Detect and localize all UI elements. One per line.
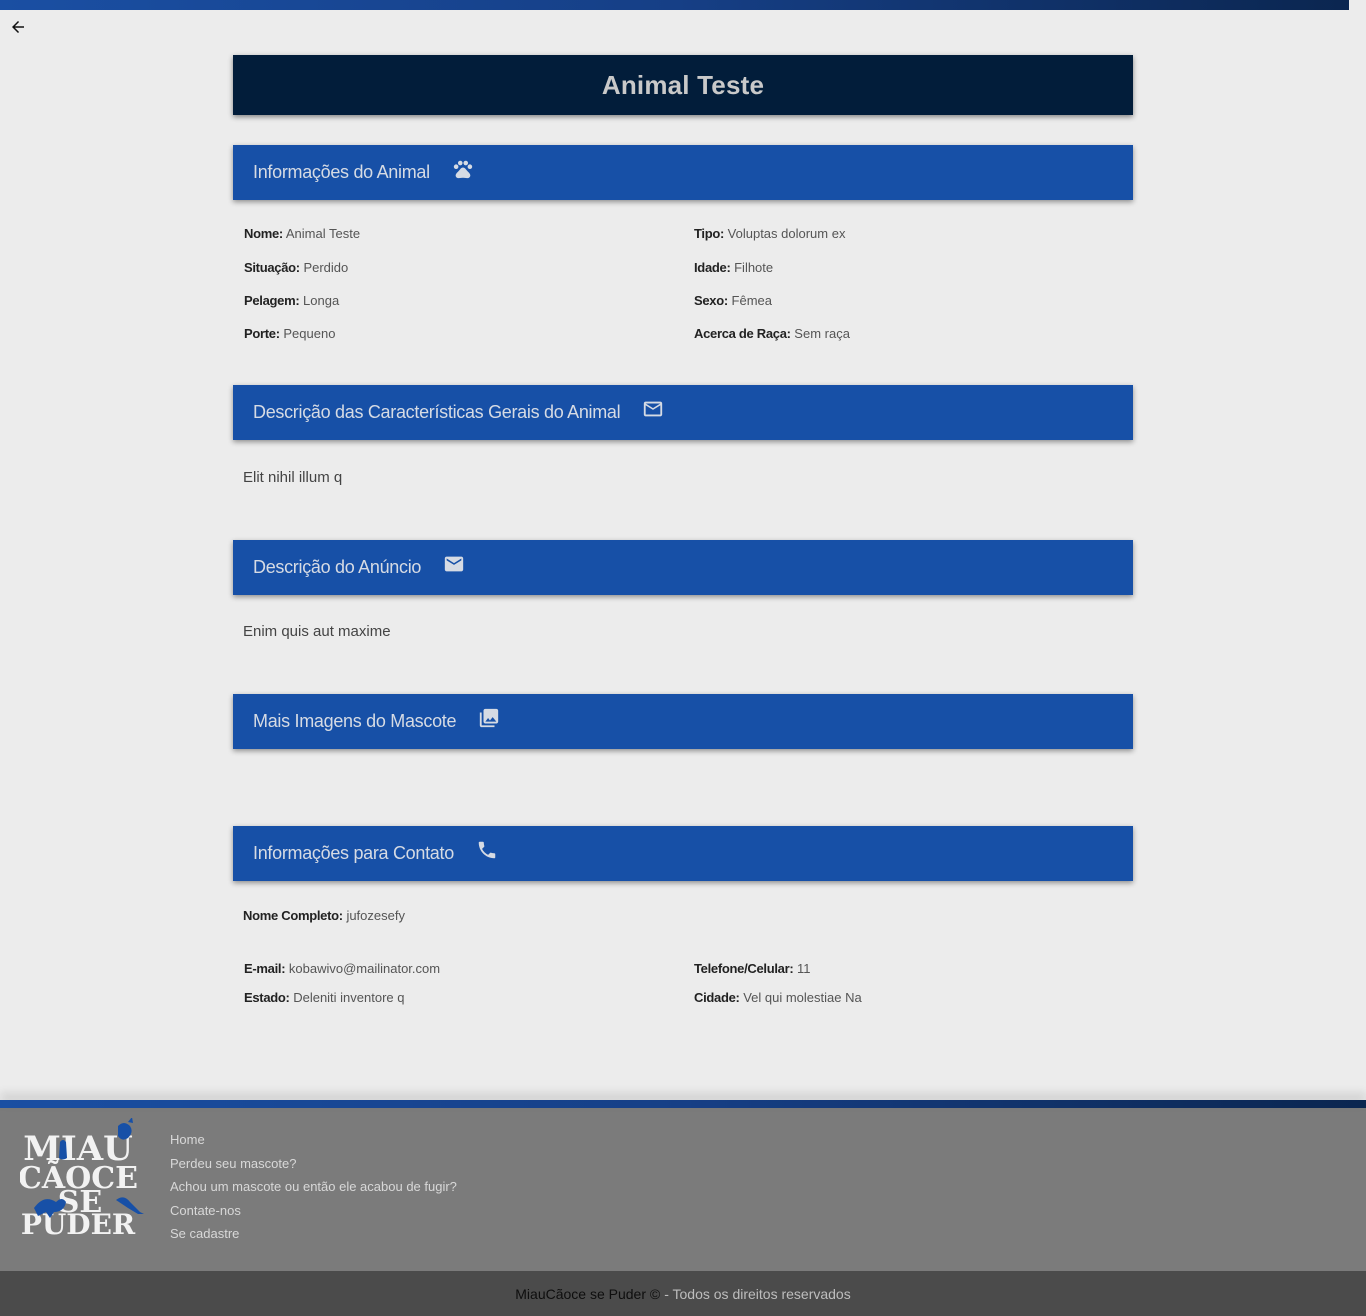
copyright-bar: MiauCãoce se Puder © - Todos os direitos… [0, 1271, 1366, 1316]
top-gradient-bar [0, 0, 1349, 10]
back-button[interactable] [7, 16, 29, 38]
section-header-animal-info: Informações do Animal [233, 145, 1133, 200]
field-label: Sexo: [694, 293, 728, 308]
section-title: Informações para Contato [253, 843, 454, 863]
field-name: Nome: Animal Teste [244, 226, 360, 241]
photo-library-icon [478, 707, 500, 729]
field-value: jufozesefy [346, 908, 405, 923]
field-full-name: Nome Completo: jufozesefy [243, 908, 405, 923]
footer-nav: Home Perdeu seu mascote? Achou um mascot… [170, 1132, 457, 1250]
field-breed: Acerca de Raça: Sem raça [694, 326, 850, 341]
field-label: Nome Completo: [243, 908, 343, 923]
field-situation: Situação: Perdido [244, 260, 348, 275]
mail-filled-icon [443, 553, 465, 575]
field-label: Telefone/Celular: [694, 961, 794, 976]
section-title: Descrição do Anúncio [253, 557, 422, 577]
ad-text: Enim quis aut maxime [243, 623, 391, 640]
field-sex: Sexo: Fêmea [694, 293, 772, 308]
field-value: Longa [303, 293, 340, 308]
characteristics-text: Elit nihil illum q [243, 469, 343, 486]
section-title: Mais Imagens do Mascote [253, 711, 457, 731]
field-value: Vel qui molestiae Na [743, 990, 862, 1005]
section-header-contact: Informações para Contato [233, 826, 1133, 881]
field-coat: Pelagem: Longa [244, 293, 339, 308]
copyright-text: - Todos os direitos reservados [664, 1285, 851, 1302]
footer-link-register[interactable]: Se cadastre [170, 1226, 457, 1250]
field-label: Acerca de Raça: [694, 326, 791, 341]
section-header-ad: Descrição do Anúncio [233, 540, 1133, 595]
field-value: Animal Teste [285, 226, 361, 241]
field-value: Sem raça [794, 326, 850, 341]
arrow-left-icon [12, 21, 24, 33]
footer-link-contact[interactable]: Contate-nos [170, 1203, 457, 1227]
field-value: Perdido [303, 260, 349, 275]
footer-link-found-pet[interactable]: Achou um mascote ou então ele acabou de … [170, 1179, 457, 1203]
mail-outline-icon [642, 398, 664, 420]
phone-icon [476, 839, 498, 861]
footer-link-lost-pet[interactable]: Perdeu seu mascote? [170, 1156, 457, 1180]
field-email: E-mail: kobawivo@mailinator.com [244, 961, 440, 976]
field-label: E-mail: [244, 961, 286, 976]
field-value: 11 [797, 961, 811, 976]
field-type: Tipo: Voluptas dolorum ex [694, 226, 845, 241]
field-label: Estado: [244, 990, 290, 1005]
field-value: Fêmea [731, 293, 772, 308]
page-title: Animal Teste [601, 69, 765, 100]
cat-silhouette-mid [59, 1140, 67, 1160]
field-label: Cidade: [694, 990, 740, 1005]
field-value: Deleniti inventore q [293, 990, 405, 1005]
page-title-bar: Animal Teste [233, 55, 1133, 115]
footer: MIAU CÃOCE SE PUDER Home Perdeu seu masc… [0, 1100, 1366, 1316]
field-label: Pelagem: [244, 293, 300, 308]
paw-icon [452, 158, 474, 180]
copyright-brand: MiauCãoce se Puder © [515, 1285, 661, 1302]
field-age: Idade: Filhote [694, 260, 773, 275]
field-label: Tipo: [694, 226, 725, 241]
field-label: Porte: [244, 326, 280, 341]
field-label: Nome: [244, 226, 283, 241]
field-phone: Telefone/Celular: 11 [694, 961, 811, 976]
field-label: Situação: [244, 260, 300, 275]
field-state: Estado: Deleniti inventore q [244, 990, 405, 1005]
section-header-images: Mais Imagens do Mascote [233, 694, 1133, 749]
field-value: Filhote [734, 260, 774, 275]
section-title: Descrição das Características Gerais do … [253, 402, 621, 422]
site-logo: MIAU CÃOCE SE PUDER [18, 1117, 145, 1241]
field-label: Idade: [694, 260, 731, 275]
field-city: Cidade: Vel qui molestiae Na [694, 990, 862, 1005]
field-size: Porte: Pequeno [244, 326, 335, 341]
field-value: kobawivo@mailinator.com [288, 961, 441, 976]
field-value: Pequeno [283, 326, 336, 341]
footer-link-home[interactable]: Home [170, 1132, 457, 1156]
footer-gradient-line [0, 1100, 1366, 1108]
section-header-characteristics: Descrição das Características Gerais do … [233, 385, 1133, 440]
field-value: Voluptas dolorum ex [727, 226, 846, 241]
section-title: Informações do Animal [253, 162, 430, 182]
